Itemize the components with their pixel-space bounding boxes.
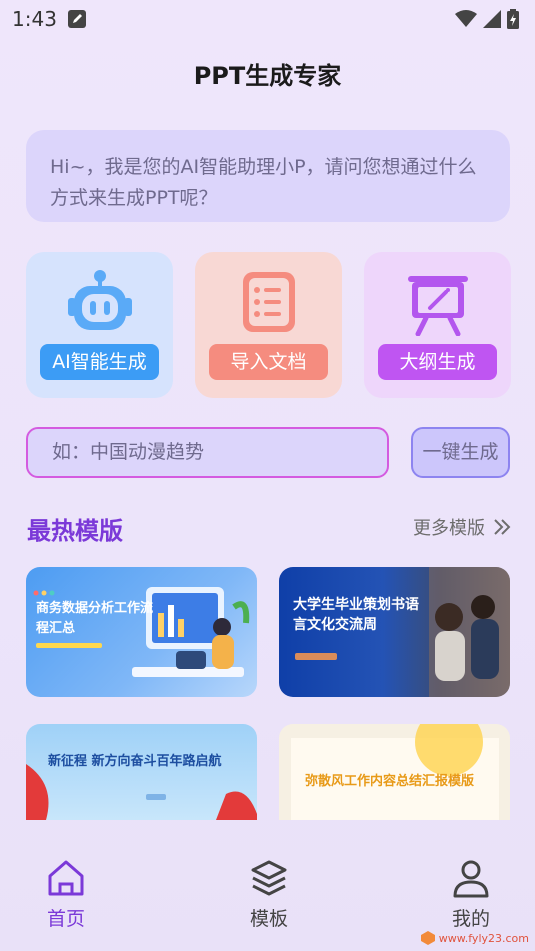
- template-title: 商务数据分析工作流程汇总: [36, 601, 154, 636]
- template-title: 新征程 新方向奋斗百年路启航: [48, 754, 222, 769]
- nav-home[interactable]: 首页: [26, 858, 106, 931]
- presentation-board-icon: [408, 276, 468, 336]
- topic-input[interactable]: 如：中国动漫趋势: [26, 427, 389, 478]
- assistant-greeting: Hi~，我是您的AI智能助理小P，请问您想通过什么方式来生成PPT呢？: [26, 130, 510, 222]
- outline-generate-card[interactable]: 大纲生成: [364, 252, 511, 398]
- layers-icon: [251, 860, 287, 896]
- wifi-icon: [455, 10, 477, 27]
- template-card[interactable]: 商务数据分析工作流程汇总: [26, 567, 257, 697]
- battery-icon: [507, 9, 519, 29]
- edit-notification-icon: [67, 10, 86, 28]
- user-icon: [453, 860, 489, 898]
- status-bar: 1:43: [0, 0, 535, 38]
- nav-home-label: 首页: [46, 908, 85, 930]
- document-list-icon: [243, 272, 295, 332]
- status-right: [455, 9, 519, 29]
- ai-generate-button[interactable]: AI智能生成: [40, 344, 159, 380]
- nav-templates-label: 模板: [249, 908, 288, 930]
- one-click-generate-button[interactable]: 一键生成: [411, 427, 510, 478]
- watermark-text: www.fyly23.com: [438, 931, 529, 945]
- template-card[interactable]: 大学生毕业策划书语言文化交流周: [279, 567, 510, 697]
- robot-icon: [68, 270, 132, 330]
- home-icon: [48, 860, 84, 896]
- nav-templates[interactable]: 模板: [229, 858, 309, 931]
- watermark: www.fyly23.com: [420, 931, 529, 945]
- status-left: 1:43: [12, 7, 87, 31]
- status-time: 1:43: [12, 7, 57, 31]
- more-templates-label: 更多模版: [413, 518, 485, 539]
- outline-generate-button[interactable]: 大纲生成: [378, 344, 497, 380]
- ai-generate-card[interactable]: AI智能生成: [26, 252, 173, 398]
- watermark-logo-icon: [420, 931, 435, 945]
- import-document-button[interactable]: 导入文档: [209, 344, 328, 380]
- template-illustration: [26, 764, 257, 820]
- template-card[interactable]: 新征程 新方向奋斗百年路启航: [26, 724, 257, 820]
- template-title: 大学生毕业策划书语言文化交流周: [293, 597, 419, 633]
- signal-icon: [483, 10, 501, 28]
- app-title: PPT生成专家: [193, 62, 342, 90]
- import-document-card[interactable]: 导入文档: [195, 252, 342, 398]
- template-card[interactable]: 弥散风工作内容总结汇报模版: [279, 724, 510, 820]
- hot-templates-title: 最热模版: [27, 517, 123, 545]
- nav-me[interactable]: 我的: [431, 858, 511, 931]
- template-title: 弥散风工作内容总结汇报模版: [305, 774, 475, 789]
- nav-me-label: 我的: [451, 908, 490, 930]
- double-chevron-right-icon: [494, 519, 511, 535]
- more-templates-link[interactable]: 更多模版: [413, 514, 511, 540]
